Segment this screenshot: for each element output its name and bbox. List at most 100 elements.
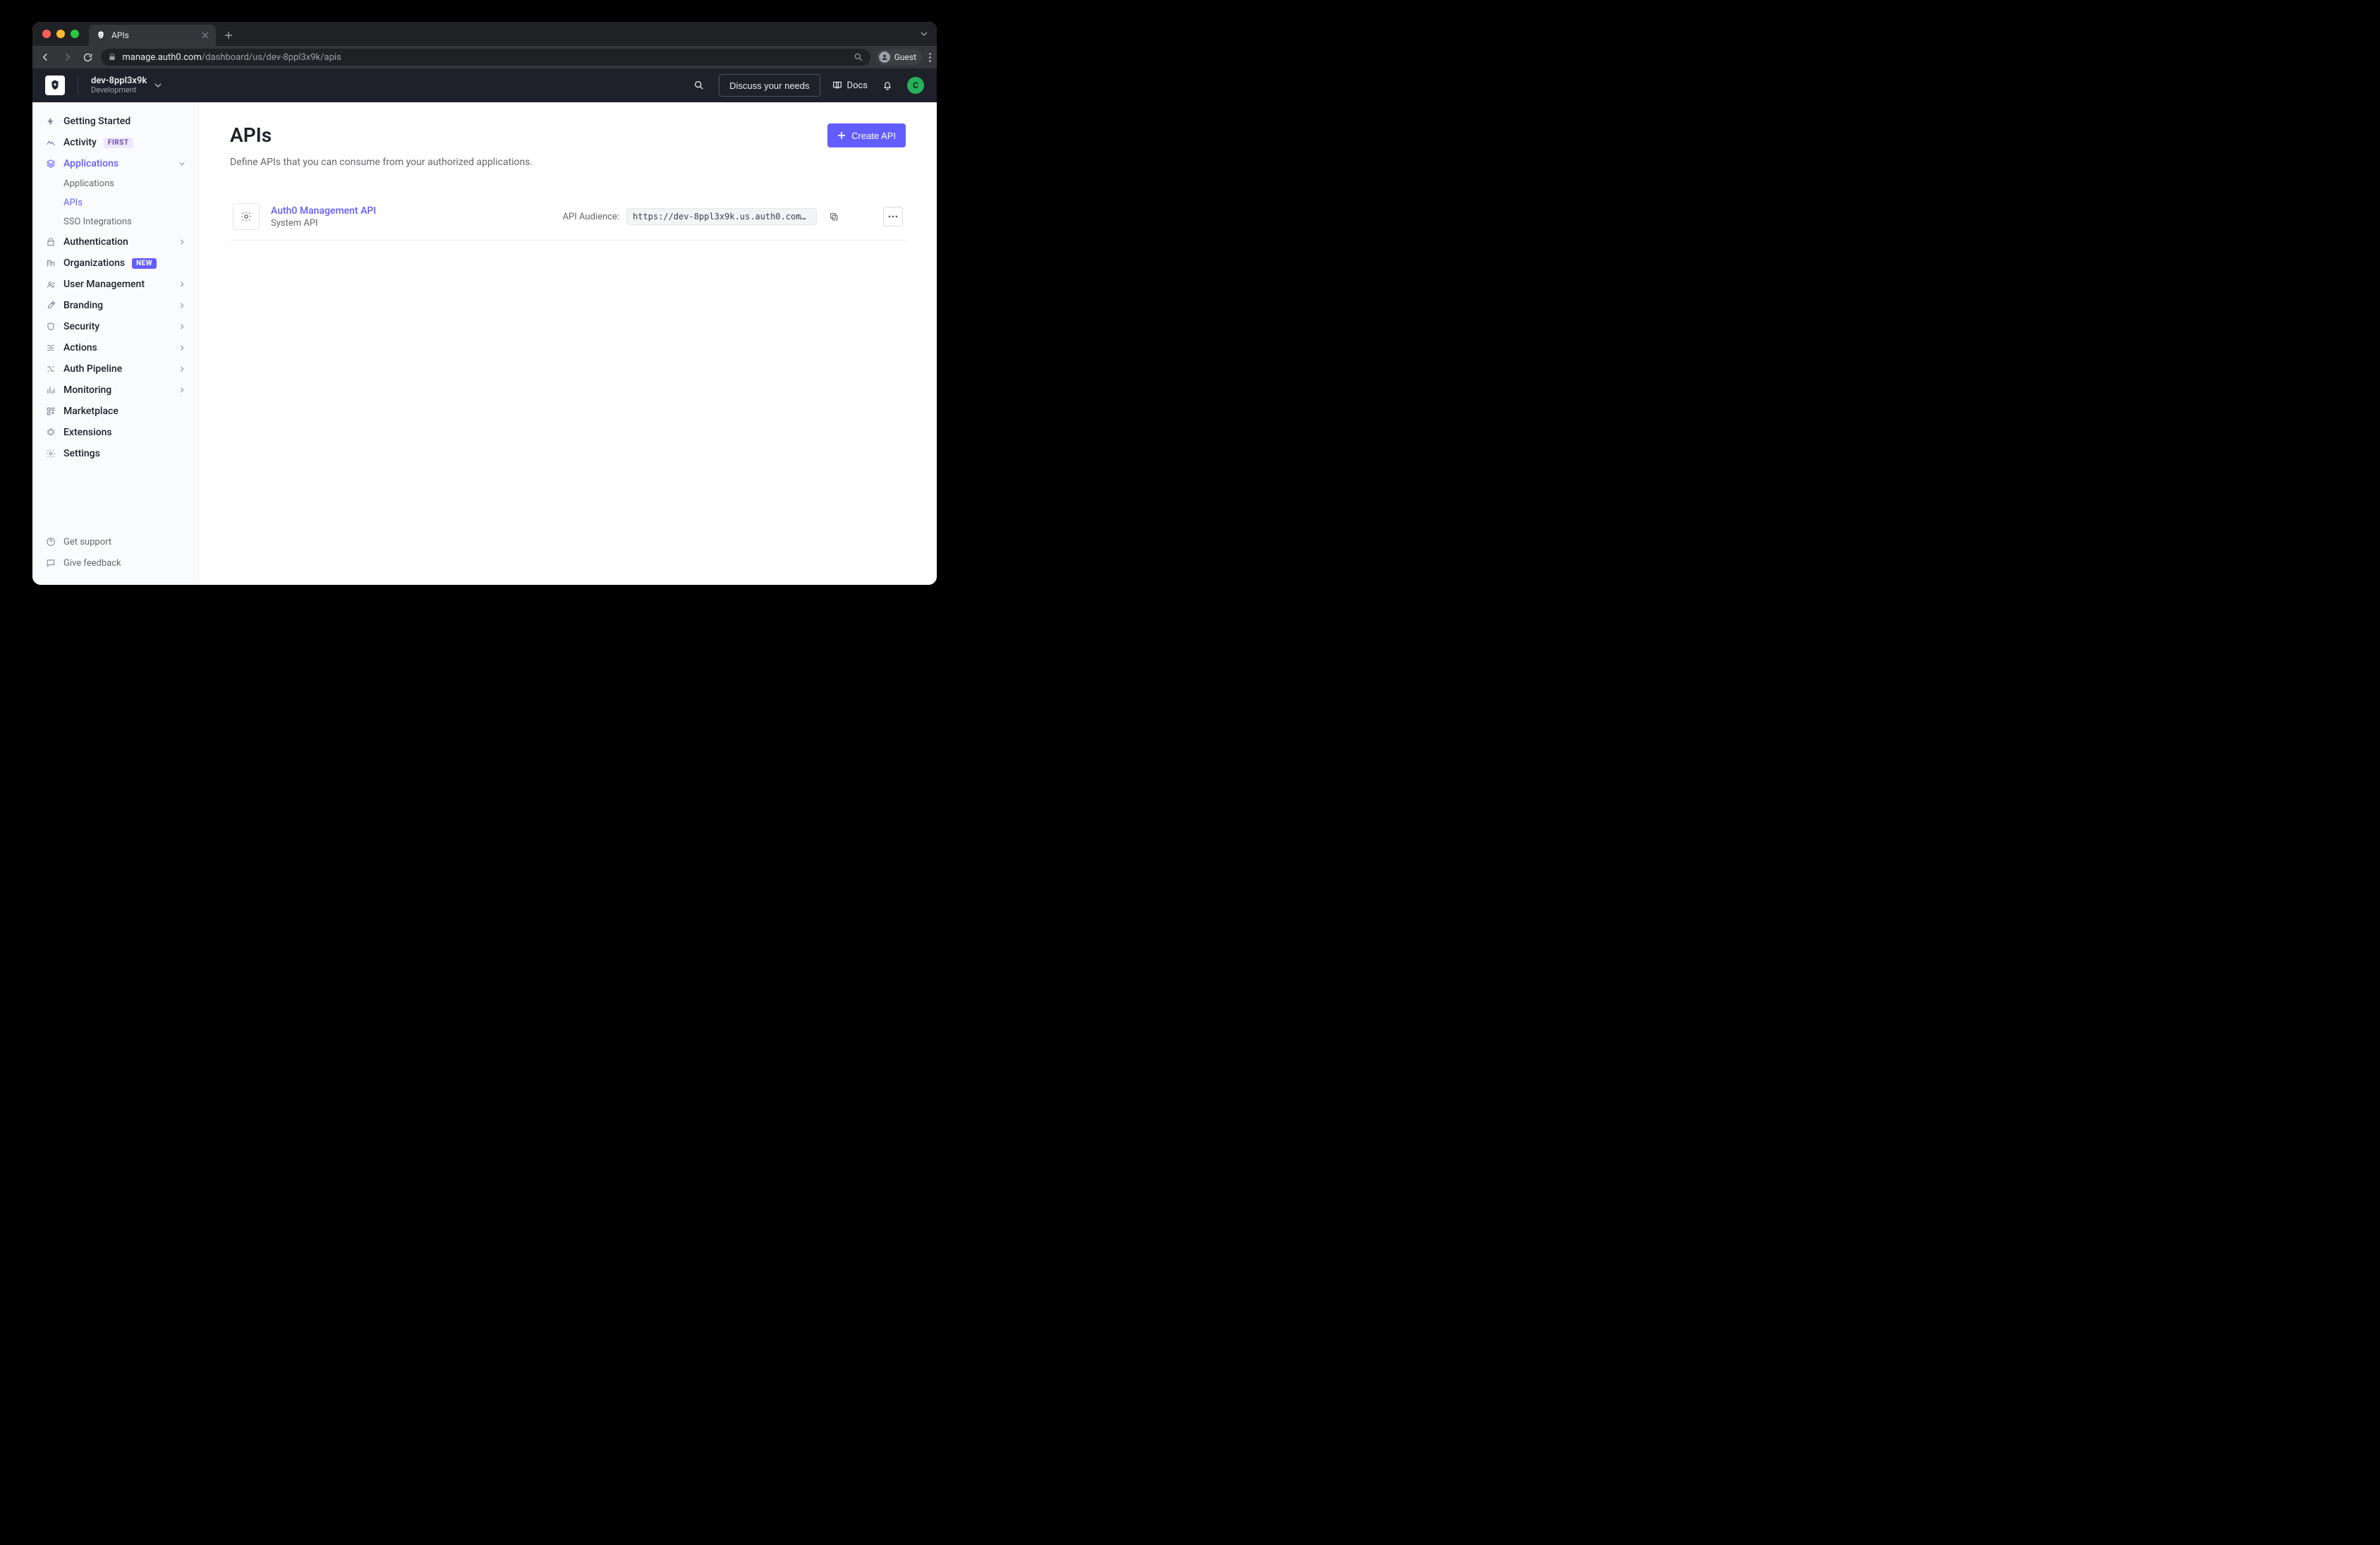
- chevron-right-icon: [178, 323, 186, 330]
- sidebar-nav: Getting Started Activity FIRST Applicati…: [32, 111, 198, 528]
- api-name-link[interactable]: Auth0 Management API: [271, 205, 376, 217]
- sidebar-subitem-apis[interactable]: APIs: [32, 193, 198, 212]
- sidebar-item-label: Organizations: [63, 258, 125, 269]
- sidebar-item-authentication[interactable]: Authentication: [32, 231, 198, 253]
- give-feedback-link[interactable]: Give feedback: [32, 552, 198, 574]
- grid-icon: [45, 406, 56, 417]
- chevron-down-icon: [920, 30, 928, 38]
- sidebar-item-label: Applications: [63, 178, 114, 189]
- activity-icon: [45, 137, 56, 148]
- gear-icon: [45, 448, 56, 459]
- profile-chip[interactable]: Guest: [876, 49, 922, 65]
- gear-icon: [233, 203, 260, 230]
- chevron-right-icon: [178, 387, 186, 394]
- get-support-link[interactable]: Get support: [32, 531, 198, 552]
- layers-icon: [45, 158, 56, 169]
- sidebar-item-label: User Management: [63, 279, 145, 290]
- sidebar-subitem-applications[interactable]: Applications: [32, 174, 198, 193]
- sidebar-footer: Get support Give feedback: [32, 528, 198, 576]
- sidebar-item-monitoring[interactable]: Monitoring: [32, 380, 198, 401]
- sidebar-item-label: Auth Pipeline: [63, 363, 122, 375]
- header-search-button[interactable]: [691, 77, 708, 94]
- create-api-label: Create API: [851, 131, 896, 141]
- shield-icon: [45, 321, 56, 332]
- row-menu-button[interactable]: [883, 207, 903, 226]
- api-info: Auth0 Management API System API: [271, 205, 376, 229]
- sidebar-item-branding[interactable]: Branding: [32, 295, 198, 316]
- sidebar-item-marketplace[interactable]: Marketplace: [32, 401, 198, 422]
- sidebar-item-getting-started[interactable]: Getting Started: [32, 111, 198, 132]
- chevron-right-icon: [178, 281, 186, 288]
- sidebar-item-security[interactable]: Security: [32, 316, 198, 337]
- chevron-down-icon: [178, 160, 186, 167]
- sidebar-item-actions[interactable]: Actions: [32, 337, 198, 358]
- tenant-switcher[interactable]: dev-8ppl3x9k Development: [91, 76, 162, 95]
- api-row: Auth0 Management API System API API Audi…: [230, 193, 906, 241]
- auth0-logo[interactable]: [45, 75, 65, 95]
- nav-reload-button[interactable]: [80, 49, 96, 65]
- notifications-button[interactable]: [879, 77, 896, 94]
- sidebar-item-applications[interactable]: Applications: [32, 153, 198, 174]
- window-close-button[interactable]: [42, 30, 51, 38]
- copy-audience-button[interactable]: [824, 207, 844, 226]
- discuss-needs-button[interactable]: Discuss your needs: [719, 74, 820, 97]
- api-list: Auth0 Management API System API API Audi…: [230, 193, 906, 241]
- badge-new: NEW: [132, 258, 157, 269]
- lock-icon: [45, 236, 56, 248]
- tab-favicon: [96, 30, 106, 40]
- tenant-name: dev-8ppl3x9k: [91, 76, 147, 86]
- sidebar-item-settings[interactable]: Settings: [32, 443, 198, 464]
- app-header: dev-8ppl3x9k Development Discuss your ne…: [32, 68, 937, 102]
- help-icon: [45, 536, 56, 547]
- window-fullscreen-button[interactable]: [71, 30, 79, 38]
- browser-menu-button[interactable]: [929, 53, 931, 62]
- chevron-right-icon: [178, 365, 186, 372]
- chevron-right-icon: [178, 238, 186, 246]
- lock-icon: [108, 53, 116, 61]
- new-tab-button[interactable]: [220, 27, 237, 44]
- sidebar-item-activity[interactable]: Activity FIRST: [32, 132, 198, 153]
- sidebar-item-label: Authentication: [63, 236, 128, 248]
- window-minimize-button[interactable]: [56, 30, 65, 38]
- avatar-letter: C: [913, 80, 918, 90]
- sidebar-item-auth-pipeline[interactable]: Auth Pipeline: [32, 358, 198, 380]
- sidebar-item-label: Branding: [63, 300, 103, 311]
- close-icon[interactable]: [202, 32, 209, 39]
- user-avatar[interactable]: C: [907, 77, 924, 94]
- puzzle-icon: [45, 427, 56, 438]
- sidebar-item-label: Getting Started: [63, 116, 130, 127]
- toolbar-right: Guest: [876, 49, 931, 65]
- sidebar-item-label: SSO Integrations: [63, 217, 132, 227]
- create-api-button[interactable]: Create API: [827, 123, 906, 147]
- tenant-environment: Development: [91, 86, 147, 95]
- main-content: APIs Define APIs that you can consume fr…: [199, 102, 937, 585]
- browser-toolbar: manage.auth0.com/dashboard/us/dev-8ppl3x…: [32, 46, 937, 68]
- browser-tab[interactable]: APIs: [89, 25, 216, 46]
- sidebar-subitem-sso-integrations[interactable]: SSO Integrations: [32, 212, 198, 231]
- browser-window: APIs manage.auth0.com/dashboard/us/dev-8…: [32, 22, 937, 585]
- chat-icon: [45, 557, 56, 569]
- sidebar-item-extensions[interactable]: Extensions: [32, 422, 198, 443]
- bolt-icon: [45, 116, 56, 127]
- discuss-needs-label: Discuss your needs: [729, 80, 809, 91]
- pipeline-icon: [45, 363, 56, 375]
- window-controls: [40, 22, 83, 46]
- bell-icon: [882, 80, 893, 91]
- chart-icon: [45, 384, 56, 396]
- address-bar[interactable]: manage.auth0.com/dashboard/us/dev-8ppl3x…: [101, 49, 870, 66]
- docs-label: Docs: [847, 80, 868, 91]
- nav-forward-button[interactable]: [59, 49, 75, 65]
- audience-label: API Audience:: [563, 212, 619, 222]
- sidebar-item-user-management[interactable]: User Management: [32, 274, 198, 295]
- docs-link[interactable]: Docs: [832, 80, 868, 91]
- nav-back-button[interactable]: [38, 49, 54, 65]
- tabstrip-overflow[interactable]: [911, 22, 937, 46]
- page-title: APIs: [230, 123, 533, 147]
- sidebar-item-label: Marketplace: [63, 406, 119, 417]
- sidebar-item-organizations[interactable]: Organizations NEW: [32, 253, 198, 274]
- sidebar-item-label: Extensions: [63, 427, 112, 438]
- zoom-icon[interactable]: [854, 52, 863, 62]
- person-icon: [879, 52, 890, 63]
- copy-icon: [829, 212, 839, 222]
- api-subtitle: System API: [271, 218, 376, 229]
